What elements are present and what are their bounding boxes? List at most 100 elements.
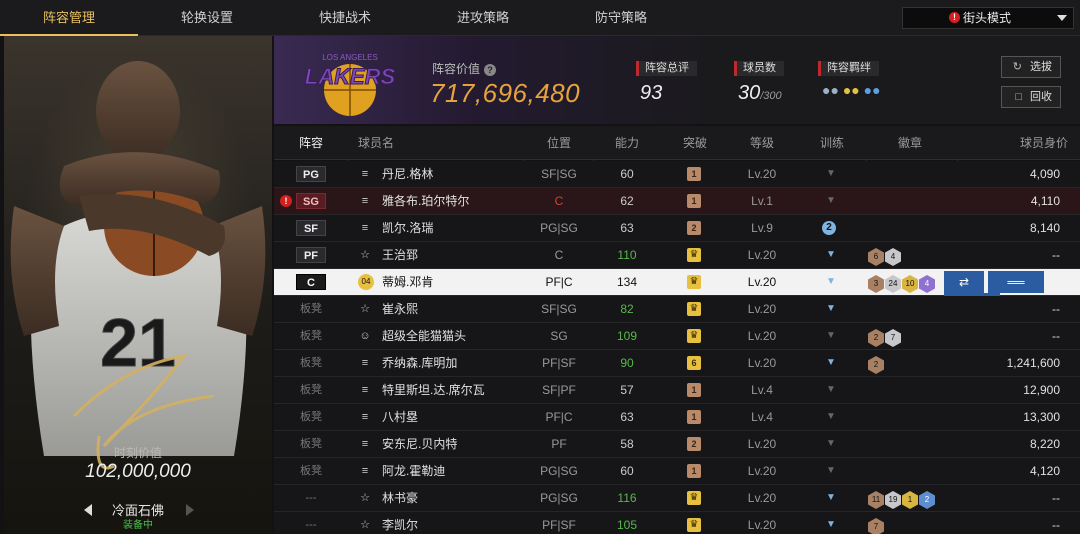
badge-icon[interactable]: 4 — [885, 248, 901, 266]
col-name[interactable]: 球员名 — [358, 126, 398, 160]
slot-label[interactable]: SF — [296, 220, 326, 236]
training-icon[interactable]: ▼ — [822, 275, 840, 289]
player-card[interactable]: 21 时刻价值 102,000,000 冷面石佛 装备中 — [4, 36, 272, 534]
help-icon[interactable]: ? — [484, 64, 497, 76]
slot-label[interactable]: 板凳 — [296, 328, 326, 344]
col-breakthrough[interactable]: 突破 — [660, 126, 730, 160]
next-arrow-icon[interactable] — [186, 504, 194, 516]
player-name[interactable]: 安东尼.贝内特 — [382, 431, 457, 457]
training-icon[interactable]: ▼ — [822, 302, 840, 316]
mode-select[interactable]: ! 街头模式 — [902, 7, 1074, 29]
table-row[interactable]: 板凳 ≡ 阿龙.霍勒迪 PG|SG 60 1 Lv.20 ▼ 4,120 — [274, 458, 1080, 485]
training-icon[interactable]: ▼ — [822, 437, 840, 451]
breakthrough-badge: 2 — [687, 221, 701, 235]
training-icon[interactable]: ▼ — [822, 194, 840, 208]
badge-icon[interactable]: 3 — [868, 275, 884, 293]
slot-label[interactable]: C — [296, 274, 326, 290]
badge-icon[interactable]: 2 — [868, 329, 884, 347]
tab-rotation[interactable]: 轮换设置 — [138, 0, 276, 36]
tab-quick-tactics[interactable]: 快捷战术 — [276, 0, 414, 36]
table-row[interactable]: 板凳 ≡ 安东尼.贝内特 PF 58 2 Lv.20 ▼ 8,220 — [274, 431, 1080, 458]
badge-icon[interactable]: 19 — [885, 491, 901, 509]
table-row[interactable]: 板凳 ☆ 崔永熙 SF|SG 82 ♛ Lv.20 ▼ -- — [274, 296, 1080, 323]
training-icon[interactable]: ▼ — [822, 464, 840, 478]
training-icon[interactable]: ▼ — [822, 167, 840, 181]
col-training[interactable]: 训练 — [804, 126, 860, 160]
player-position: PF|SF — [542, 356, 576, 370]
table-row[interactable]: SF ≡ 凯尔.洛瑞 PG|SG 63 2 Lv.9 2 8,140 — [274, 215, 1080, 242]
badge-icon[interactable]: 4 — [919, 275, 935, 293]
training-icon[interactable]: ▼ — [822, 383, 840, 397]
player-name[interactable]: 王治郅 — [382, 242, 418, 268]
col-position[interactable]: 位置 — [524, 126, 594, 160]
swap-icon[interactable]: ⇄ — [944, 271, 984, 293]
moment-value-label: 时刻价值 — [113, 446, 162, 460]
player-name[interactable]: 崔永熙 — [382, 296, 418, 322]
bond-icon-1[interactable]: ●● — [822, 82, 839, 98]
slot-label[interactable]: 板凳 — [296, 463, 326, 479]
player-name[interactable]: 凯尔.洛瑞 — [382, 215, 433, 241]
badge-icon[interactable]: 7 — [868, 518, 884, 534]
table-row[interactable]: --- ☆ 林书豪 PG|SG 116 ♛ Lv.20 ▼ 11 19 1 2 -- — [274, 485, 1080, 512]
bond-icon-2[interactable]: ●● — [843, 82, 860, 98]
col-level[interactable]: 等级 — [730, 126, 794, 160]
tab-defense[interactable]: 防守策略 — [552, 0, 690, 36]
table-row[interactable]: PG ≡ 丹尼.格林 SF|SG 60 1 Lv.20 ▼ 4,090 — [274, 161, 1080, 188]
slot-label[interactable]: --- — [296, 490, 326, 506]
select-button[interactable]: ↻ 选拔 — [1001, 56, 1061, 78]
training-icon[interactable]: ▼ — [822, 410, 840, 424]
player-name[interactable]: 雅各布.珀尔特尔 — [382, 188, 469, 214]
badge-icon[interactable]: 7 — [885, 329, 901, 347]
player-worth: 13,300 — [1023, 410, 1060, 424]
slot-label[interactable]: 板凳 — [296, 301, 326, 317]
player-name[interactable]: 阿龙.霍勒迪 — [382, 458, 445, 484]
badge-icon[interactable]: 1 — [902, 491, 918, 509]
training-icon[interactable]: ▼ — [822, 329, 840, 343]
slot-label[interactable]: PG — [296, 166, 326, 182]
player-ability: 109 — [616, 329, 638, 343]
player-name[interactable]: 乔纳森.库明加 — [382, 350, 457, 376]
slot-label[interactable]: 板凳 — [296, 382, 326, 398]
badge-icon[interactable]: 11 — [868, 491, 884, 509]
player-name[interactable]: 丹尼.格林 — [382, 161, 433, 187]
tab-roster[interactable]: 阵容管理 — [0, 0, 138, 36]
training-icon[interactable]: ▼ — [822, 491, 840, 505]
table-row[interactable]: 板凳 ≡ 特里斯坦.达.席尔瓦 SF|PF 57 1 Lv.4 ▼ 12,900 — [274, 377, 1080, 404]
training-icon[interactable]: ▼ — [822, 356, 840, 370]
slot-label[interactable]: PF — [296, 247, 326, 263]
slot-label[interactable]: 板凳 — [296, 409, 326, 425]
badge-icon[interactable]: 24 — [885, 275, 901, 293]
col-slot[interactable]: 阵容 — [284, 126, 338, 160]
player-name[interactable]: 超级全能猫猫头 — [382, 323, 466, 349]
table-row[interactable]: C 04 蒂姆.邓肯 PF|C 134 ♛ Lv.20 ▼ 324104 ⇄══i — [274, 269, 1080, 315]
player-name[interactable]: 八村塁 — [382, 404, 418, 430]
bond-icon-3[interactable]: ●● — [864, 82, 881, 98]
col-ability[interactable]: 能力 — [594, 126, 660, 160]
badge-icon[interactable]: 6 — [868, 248, 884, 266]
col-worth[interactable]: 球员身价 — [978, 126, 1068, 160]
slot-label[interactable]: 板凳 — [296, 436, 326, 452]
badge-icon[interactable]: 2 — [868, 356, 884, 374]
slot-label[interactable]: SG — [296, 193, 326, 209]
badge-icon[interactable]: 10 — [902, 275, 918, 293]
player-name[interactable]: 蒂姆.邓肯 — [382, 269, 433, 295]
training-icon[interactable]: ▼ — [822, 248, 840, 262]
table-row[interactable]: ! SG ≡ 雅各布.珀尔特尔 C 62 1 Lv.1 ▼ 4,110 — [274, 188, 1080, 215]
table-row[interactable]: 板凳 ≡ 乔纳森.库明加 PF|SF 90 6 Lv.20 ▼ 2 1,241,600 — [274, 350, 1080, 377]
slot-label[interactable]: --- — [296, 517, 326, 533]
col-badges[interactable]: 徽章 — [870, 126, 950, 160]
tab-offense[interactable]: 进攻策略 — [414, 0, 552, 36]
table-row[interactable]: --- ☆ 李凯尔 PF|SF 105 ♛ Lv.20 ▼ 7 -- — [274, 512, 1080, 534]
player-name[interactable]: 李凯尔 — [382, 512, 418, 534]
table-row[interactable]: 板凳 ☺ 超级全能猫猫头 SG 109 ♛ Lv.20 ▼ 2 7 -- — [274, 323, 1080, 350]
table-row[interactable]: 板凳 ≡ 八村塁 PF|C 63 1 Lv.4 ▼ 13,300 — [274, 404, 1080, 431]
table-row[interactable]: PF ☆ 王治郅 C 110 ♛ Lv.20 ▼ 6 4 -- — [274, 242, 1080, 269]
player-name[interactable]: 特里斯坦.达.席尔瓦 — [382, 377, 485, 403]
barbell-icon[interactable]: ══ — [988, 271, 1044, 293]
training-icon[interactable]: ▼ — [822, 518, 840, 532]
player-name[interactable]: 林书豪 — [382, 485, 418, 511]
training-icon[interactable]: 2 — [822, 221, 836, 235]
slot-label[interactable]: 板凳 — [296, 355, 326, 371]
recycle-button[interactable]: □ 回收 — [1001, 86, 1061, 108]
badge-icon[interactable]: 2 — [919, 491, 935, 509]
